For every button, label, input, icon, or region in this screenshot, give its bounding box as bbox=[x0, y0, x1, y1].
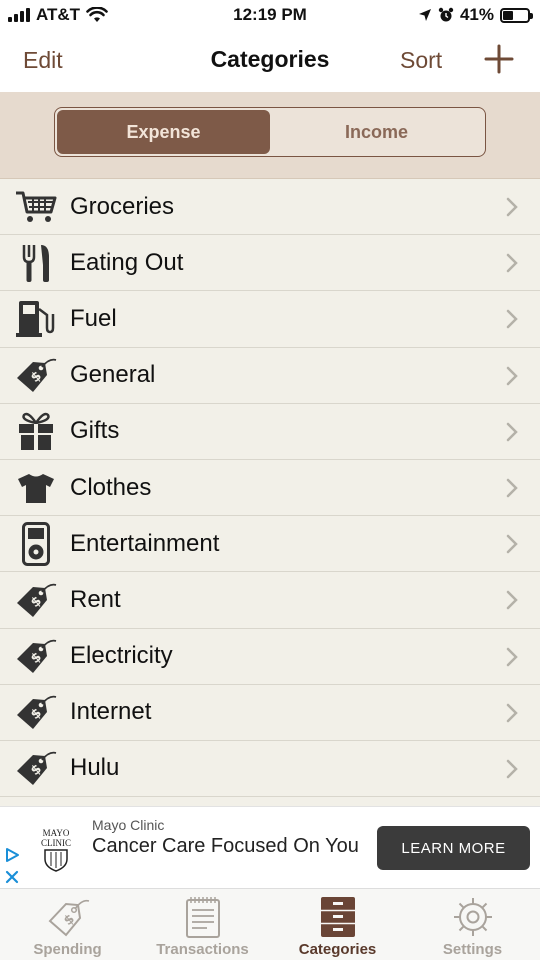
category-label: Electricity bbox=[70, 642, 173, 670]
svg-text:MAYO: MAYO bbox=[43, 828, 70, 838]
chevron-right-icon bbox=[506, 591, 518, 610]
category-label: General bbox=[70, 361, 156, 389]
category-row-internet[interactable]: $ Internet bbox=[0, 684, 540, 741]
tab-transactions[interactable]: Transactions bbox=[135, 889, 270, 960]
category-label: Hulu bbox=[70, 754, 120, 782]
drawer-cabinet-icon bbox=[316, 895, 360, 939]
location-arrow-icon bbox=[418, 9, 431, 21]
chevron-right-icon bbox=[506, 253, 518, 273]
price-tag-icon: $ bbox=[0, 347, 70, 403]
adchoices-icon[interactable] bbox=[4, 847, 20, 863]
chevron-right-icon bbox=[506, 703, 518, 722]
tab-bar: $ Spending Transactions Categories Setti… bbox=[0, 888, 540, 960]
category-row-entertainment[interactable]: Entertainment bbox=[0, 516, 540, 573]
close-icon[interactable] bbox=[4, 869, 20, 885]
svg-text:$: $ bbox=[61, 912, 78, 929]
category-row-general[interactable]: $ General bbox=[0, 347, 540, 404]
edit-button[interactable]: Edit bbox=[23, 47, 63, 74]
category-label: Eating Out bbox=[70, 248, 184, 276]
status-bar: AT&T 12:19 PM 41% bbox=[0, 0, 540, 30]
category-row-fuel[interactable]: Fuel bbox=[0, 291, 540, 348]
category-label: Fuel bbox=[70, 304, 117, 332]
price-tag-icon: $ bbox=[0, 628, 70, 684]
battery-percent: 41% bbox=[459, 5, 494, 24]
tab-label: Transactions bbox=[156, 941, 249, 958]
gift-icon bbox=[0, 403, 70, 459]
tab-settings[interactable]: Settings bbox=[405, 889, 540, 960]
learn-more-button[interactable]: LEARN MORE bbox=[377, 826, 530, 870]
cart-icon bbox=[0, 179, 70, 235]
battery-icon bbox=[500, 7, 533, 23]
category-list: Groceries Eating Out Fuel $ General Gift… bbox=[0, 179, 540, 798]
document-icon bbox=[181, 895, 225, 939]
chevron-right-icon bbox=[506, 647, 518, 666]
category-row-eating-out[interactable]: Eating Out bbox=[0, 235, 540, 292]
fork-knife-icon bbox=[0, 235, 70, 291]
plus-icon[interactable] bbox=[484, 44, 514, 74]
category-row-rent[interactable]: $ Rent bbox=[0, 572, 540, 629]
category-row-groceries[interactable]: Groceries bbox=[0, 179, 540, 236]
expense-segment[interactable]: Expense bbox=[57, 110, 270, 154]
price-tag-icon: $ bbox=[46, 895, 90, 939]
navigation-bar: Edit Categories Sort bbox=[0, 30, 540, 92]
tab-spending[interactable]: $ Spending bbox=[0, 889, 135, 960]
page-title: Categories bbox=[210, 46, 330, 72]
price-tag-icon: $ bbox=[0, 740, 70, 796]
category-row-electricity[interactable]: $ Electricity bbox=[0, 628, 540, 685]
category-row-gifts[interactable]: Gifts bbox=[0, 403, 540, 460]
chevron-right-icon bbox=[506, 366, 518, 385]
tab-label: Settings bbox=[442, 941, 503, 958]
chevron-right-icon bbox=[506, 759, 518, 779]
chevron-right-icon bbox=[506, 422, 518, 441]
category-label: Clothes bbox=[70, 473, 152, 501]
price-tag-icon: $ bbox=[0, 684, 70, 740]
gear-icon bbox=[451, 895, 495, 939]
chevron-right-icon bbox=[506, 478, 518, 498]
category-label: Entertainment bbox=[70, 529, 220, 557]
expense-income-segmented-control: Expense Income bbox=[54, 107, 486, 157]
chevron-right-icon bbox=[506, 310, 518, 329]
price-tag-icon: $ bbox=[0, 572, 70, 628]
ad-banner[interactable]: MAYO CLINIC Mayo Clinic Cancer Care Focu… bbox=[0, 806, 540, 888]
segment-area: Expense Income bbox=[0, 92, 540, 179]
category-label: Internet bbox=[70, 698, 152, 726]
alarm-clock-icon bbox=[438, 7, 454, 22]
tab-label: Categories bbox=[298, 941, 377, 958]
chevron-right-icon bbox=[506, 534, 518, 554]
fuel-pump-icon bbox=[0, 291, 70, 347]
chevron-right-icon bbox=[506, 197, 518, 217]
income-segment[interactable]: Income bbox=[270, 110, 483, 154]
category-label: Rent bbox=[70, 585, 121, 613]
svg-text:CLINIC: CLINIC bbox=[41, 838, 71, 848]
category-row-hulu[interactable]: $ Hulu bbox=[0, 740, 540, 798]
mayo-clinic-logo: MAYO CLINIC bbox=[34, 825, 78, 875]
category-label: Groceries bbox=[70, 192, 175, 220]
category-label: Gifts bbox=[70, 417, 120, 445]
ad-headline: Cancer Care Focused On You bbox=[92, 835, 359, 857]
sort-button[interactable]: Sort bbox=[400, 47, 442, 74]
category-row-clothes[interactable]: Clothes bbox=[0, 459, 540, 517]
ad-sponsor: Mayo Clinic bbox=[92, 817, 165, 833]
shirt-icon bbox=[0, 460, 70, 516]
ipod-icon bbox=[0, 516, 70, 572]
tab-categories[interactable]: Categories bbox=[270, 889, 405, 960]
tab-label: Spending bbox=[33, 941, 102, 958]
